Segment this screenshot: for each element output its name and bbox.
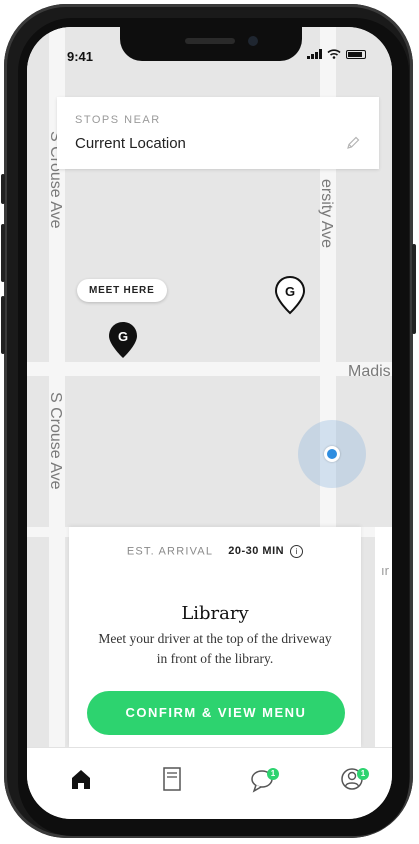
power-button bbox=[412, 244, 416, 334]
tab-bar: 1 1 bbox=[27, 747, 392, 819]
tab-home[interactable] bbox=[61, 762, 101, 796]
battery-icon bbox=[346, 49, 366, 59]
street-label-madison: Madis bbox=[348, 363, 391, 380]
speaker bbox=[185, 38, 235, 44]
mute-switch bbox=[1, 174, 5, 204]
menu-icon bbox=[163, 767, 181, 791]
stop-description: Meet your driver at the top of the drive… bbox=[98, 631, 332, 666]
volume-down-button bbox=[1, 296, 5, 354]
street-label-university: ersity Ave bbox=[318, 179, 335, 249]
account-icon bbox=[341, 768, 363, 790]
stop-pin-selected[interactable]: G bbox=[106, 320, 140, 360]
info-icon[interactable]: i bbox=[290, 545, 304, 558]
road-madison bbox=[27, 362, 392, 376]
confirm-view-menu-button[interactable]: CONFIRM & VIEW MENU bbox=[87, 691, 345, 735]
signal-icon bbox=[307, 49, 322, 59]
stop-detail-card: EST. ARRIVAL 20-30 MIN i Library Meet yo… bbox=[69, 527, 361, 747]
home-icon bbox=[72, 770, 90, 789]
status-time: 9:41 bbox=[67, 49, 94, 64]
chat-badge: 1 bbox=[267, 768, 279, 780]
tab-account[interactable]: 1 bbox=[333, 762, 373, 796]
volume-up-button bbox=[1, 224, 5, 282]
current-location-text: Current Location bbox=[75, 135, 186, 152]
current-location-dot bbox=[324, 446, 340, 462]
stops-near-label: STOPS NEAR bbox=[75, 114, 161, 126]
next-stop-text: ır bbox=[381, 563, 389, 578]
meet-here-label: MEET HERE bbox=[77, 279, 167, 302]
map-pin-icon: G bbox=[109, 322, 137, 358]
stop-pin[interactable]: G bbox=[273, 275, 307, 315]
tab-chat[interactable]: 1 bbox=[243, 762, 283, 796]
chat-icon bbox=[251, 770, 273, 793]
camera bbox=[248, 36, 258, 46]
screen: S Crouse Ave S Crouse Ave ersity Ave Mad… bbox=[27, 27, 392, 819]
eta-row: EST. ARRIVAL 20-30 MIN i bbox=[69, 545, 361, 558]
pin-letter: G bbox=[285, 284, 295, 299]
pin-letter: G bbox=[118, 329, 128, 344]
wifi-icon bbox=[327, 49, 341, 59]
account-badge: 1 bbox=[357, 768, 369, 780]
stop-title: Library bbox=[181, 603, 249, 624]
eta-label: EST. ARRIVAL bbox=[126, 545, 214, 558]
next-stop-card[interactable]: ır bbox=[375, 527, 392, 747]
notch bbox=[120, 27, 302, 61]
stops-near-card[interactable]: STOPS NEAR Current Location bbox=[57, 97, 379, 169]
status-icons bbox=[307, 49, 366, 59]
eta-value: 20-30 MIN bbox=[228, 545, 285, 558]
tab-menu[interactable] bbox=[152, 762, 192, 796]
pencil-icon[interactable] bbox=[345, 135, 361, 151]
map-pin-outline-icon: G bbox=[274, 275, 306, 315]
street-label-crouse-bottom: S Crouse Ave bbox=[47, 392, 64, 490]
